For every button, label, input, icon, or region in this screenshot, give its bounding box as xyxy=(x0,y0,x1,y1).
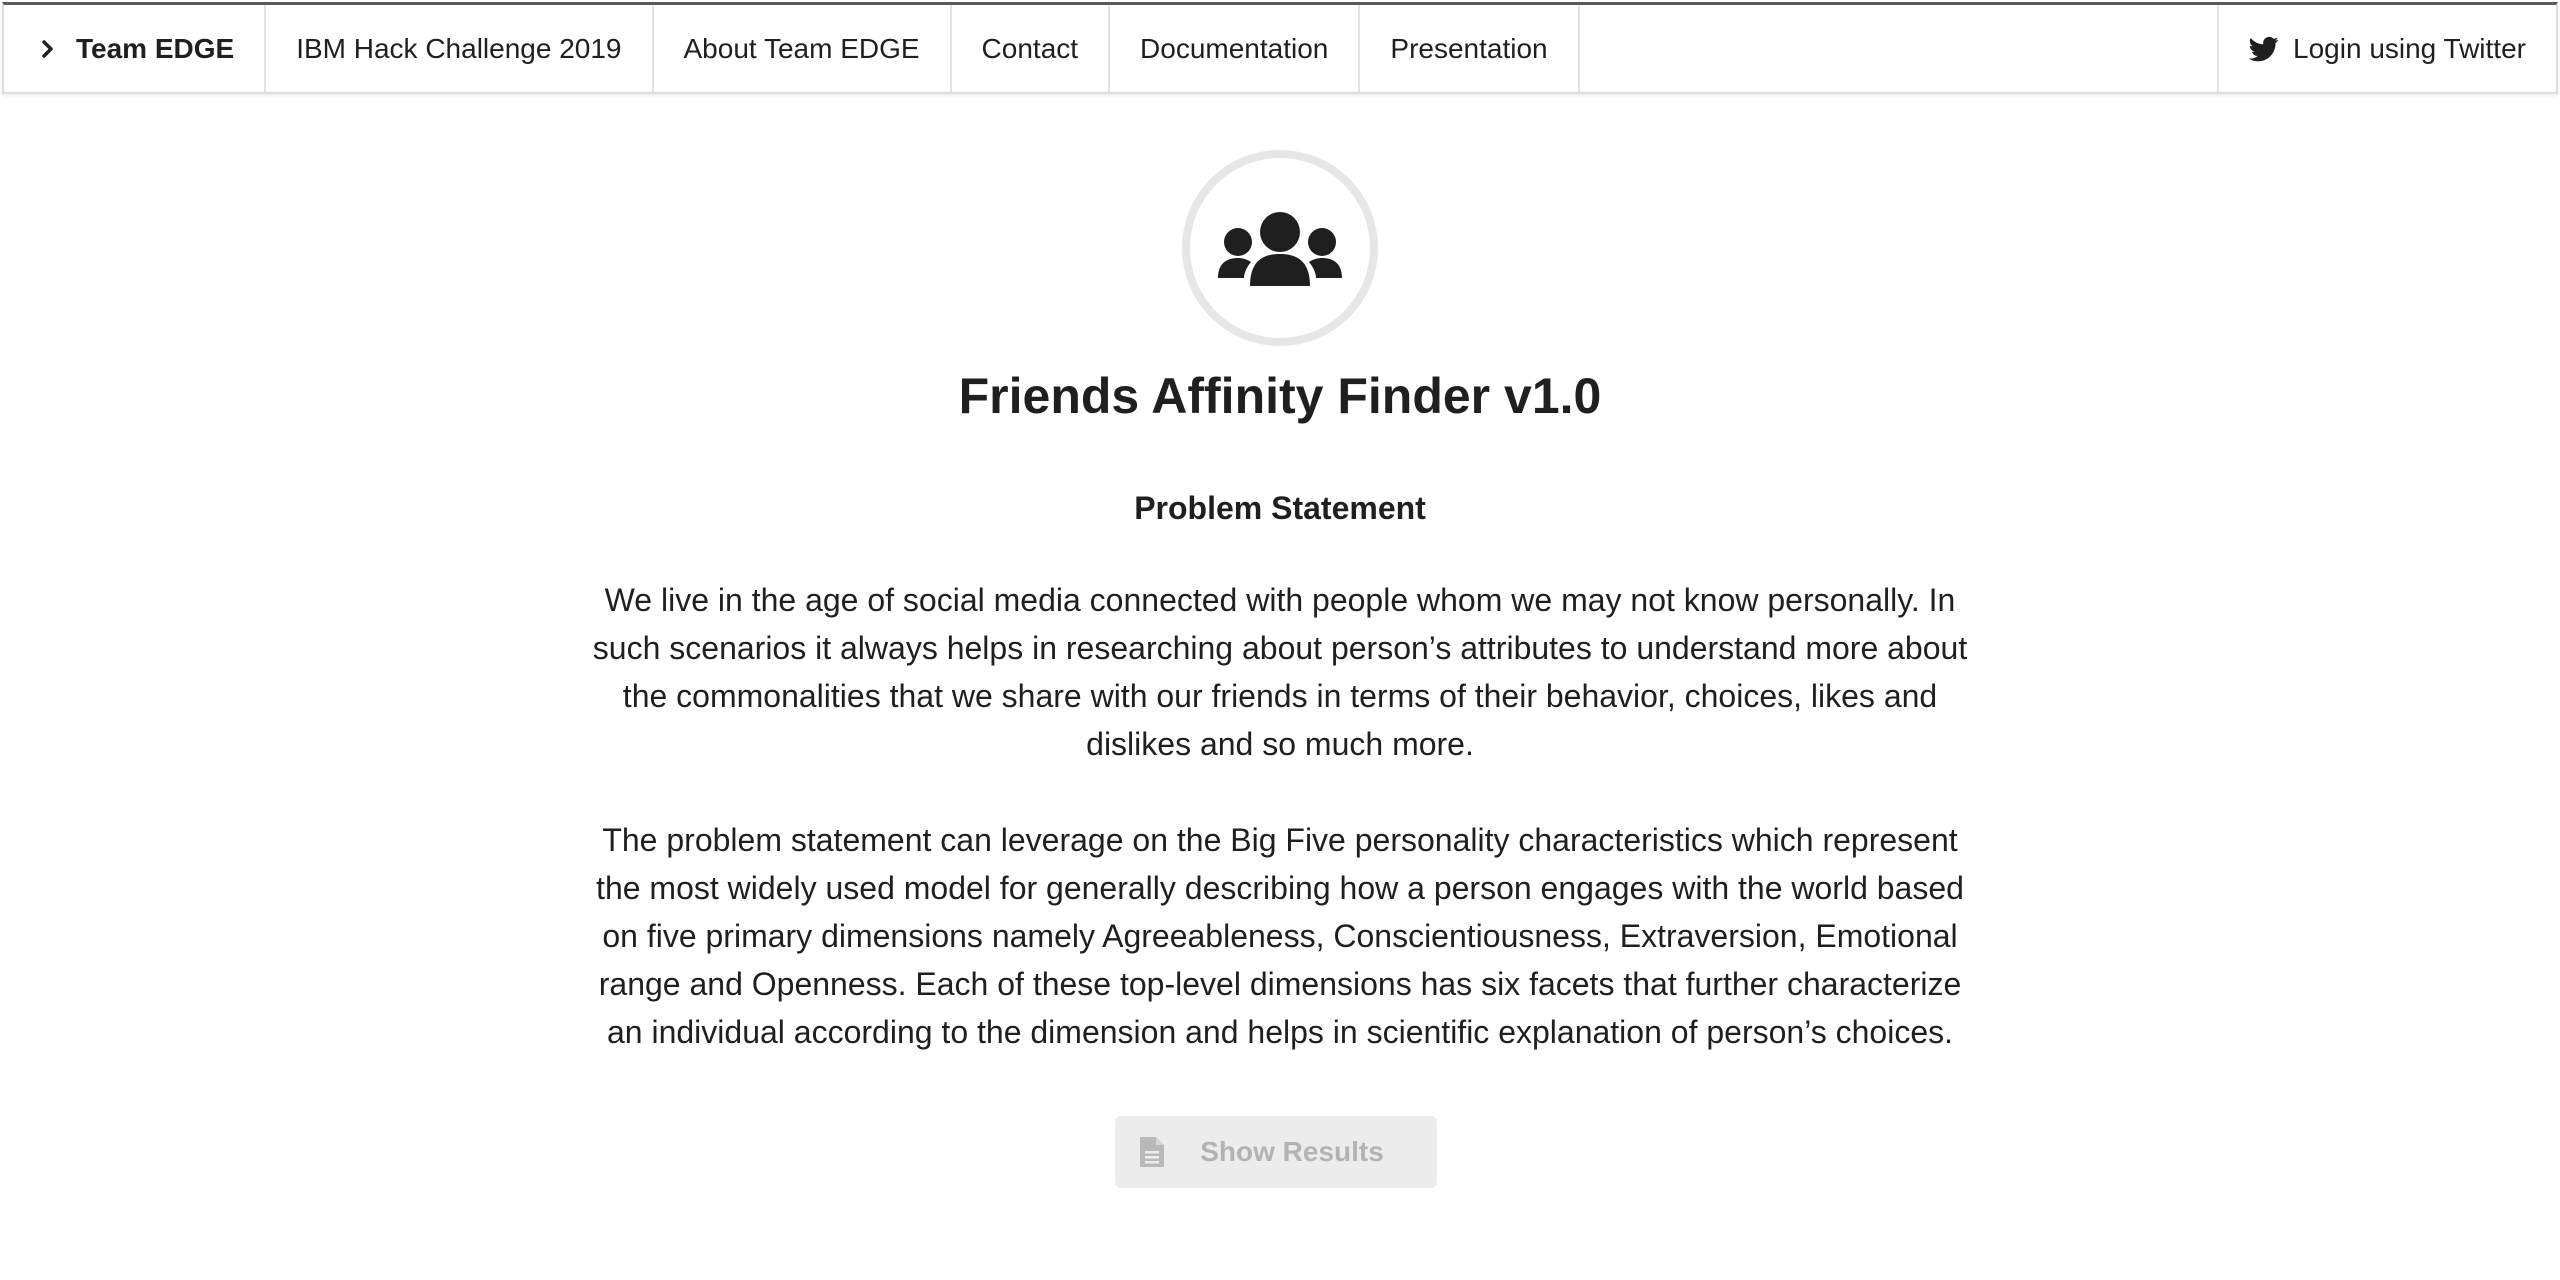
twitter-icon xyxy=(2249,36,2279,61)
nav-item-documentation[interactable]: Documentation xyxy=(1110,5,1361,92)
nav-item-presentation[interactable]: Presentation xyxy=(1360,5,1580,92)
chevron-right-icon xyxy=(42,39,53,58)
page-title: Friends Affinity Finder v1.0 xyxy=(958,368,1602,424)
app-logo xyxy=(1182,150,1378,346)
nav-item-contact[interactable]: Contact xyxy=(952,5,1111,92)
document-icon xyxy=(1140,1137,1164,1167)
section-heading: Problem Statement xyxy=(1134,490,1426,526)
login-label: Login using Twitter xyxy=(2293,32,2526,64)
paragraph-intro: We live in the age of social media conne… xyxy=(592,582,1968,762)
login-twitter-button[interactable]: Login using Twitter xyxy=(2217,5,2556,92)
main-content: Friends Affinity Finder v1.0 Problem Sta… xyxy=(0,150,2560,1188)
paragraph-big-five: The problem statement can leverage on th… xyxy=(596,822,1964,1050)
brand-label: Team EDGE xyxy=(76,32,235,64)
nav-item-ibm-hack-challenge[interactable]: IBM Hack Challenge 2019 xyxy=(266,5,654,92)
top-navbar: Team EDGE IBM Hack Challenge 2019 About … xyxy=(2,2,2558,94)
nav-item-about[interactable]: About Team EDGE xyxy=(654,5,952,92)
show-results-label: Show Results xyxy=(1200,1136,1384,1167)
brand-menu-toggle[interactable]: Team EDGE xyxy=(4,5,267,92)
users-icon xyxy=(1218,212,1342,286)
show-results-button[interactable]: Show Results xyxy=(1115,1116,1437,1188)
